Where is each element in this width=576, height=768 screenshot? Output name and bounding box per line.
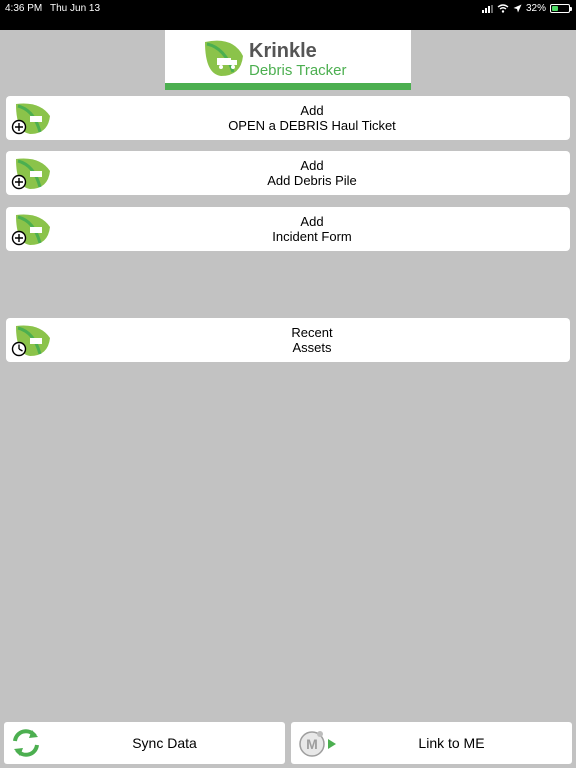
open-haul-ticket-button[interactable]: Add OPEN a DEBRIS Haul Ticket [6,96,570,140]
battery-icon [550,4,572,13]
menu-label-line1: Add [300,103,324,118]
logo-subtitle: Debris Tracker [249,62,347,79]
menu-label-line1: Add [300,158,324,173]
status-bar: 4:36 PM Thu Jun 13 32% [0,0,576,30]
app-logo: Krinkle Debris Tracker [165,30,411,90]
status-date: Thu Jun 13 [50,3,101,14]
link-to-me-button[interactable]: M Link to ME [291,722,572,764]
menu-label: Add OPEN a DEBRIS Haul Ticket [54,103,570,133]
menu-label-line2: Incident Form [272,229,352,244]
menu-label-line1: Recent [291,325,333,340]
menu-label-line2: Assets [292,340,332,355]
sync-data-label: Sync Data [132,735,197,751]
sync-icon [13,729,39,757]
status-time: 4:36 PM [5,3,43,14]
recent-assets-button[interactable]: Recent Assets [6,318,570,362]
leaf-truck-add-icon [11,103,50,135]
menu-label-line1: Add [300,214,324,229]
battery-percent: 32% [525,3,546,14]
sync-data-button[interactable]: Sync Data [4,722,285,764]
location-arrow-icon [513,4,522,13]
menu-label: Add Incident Form [54,214,570,244]
leaf-truck-add-icon [11,214,50,246]
menu-label-line2: Add Debris Pile [267,173,357,188]
link-to-me-label: Link to ME [418,735,485,751]
logo-title: Krinkle [249,40,317,62]
status-indicators: 32% [481,3,572,14]
wifi-icon [497,4,509,13]
menu-label: Add Add Debris Pile [54,158,570,188]
add-debris-pile-button[interactable]: Add Add Debris Pile [6,151,570,195]
leaf-truck-add-icon [11,158,50,190]
menu-label-line2: OPEN a DEBRIS Haul Ticket [228,118,396,133]
incident-form-button[interactable]: Add Incident Form [6,207,570,251]
menu-label: Recent Assets [54,325,570,355]
svg-text:M: M [306,736,318,752]
leaf-truck-clock-icon [11,325,50,357]
cellular-signal-icon [481,4,493,13]
leaf-truck-icon [205,40,243,76]
